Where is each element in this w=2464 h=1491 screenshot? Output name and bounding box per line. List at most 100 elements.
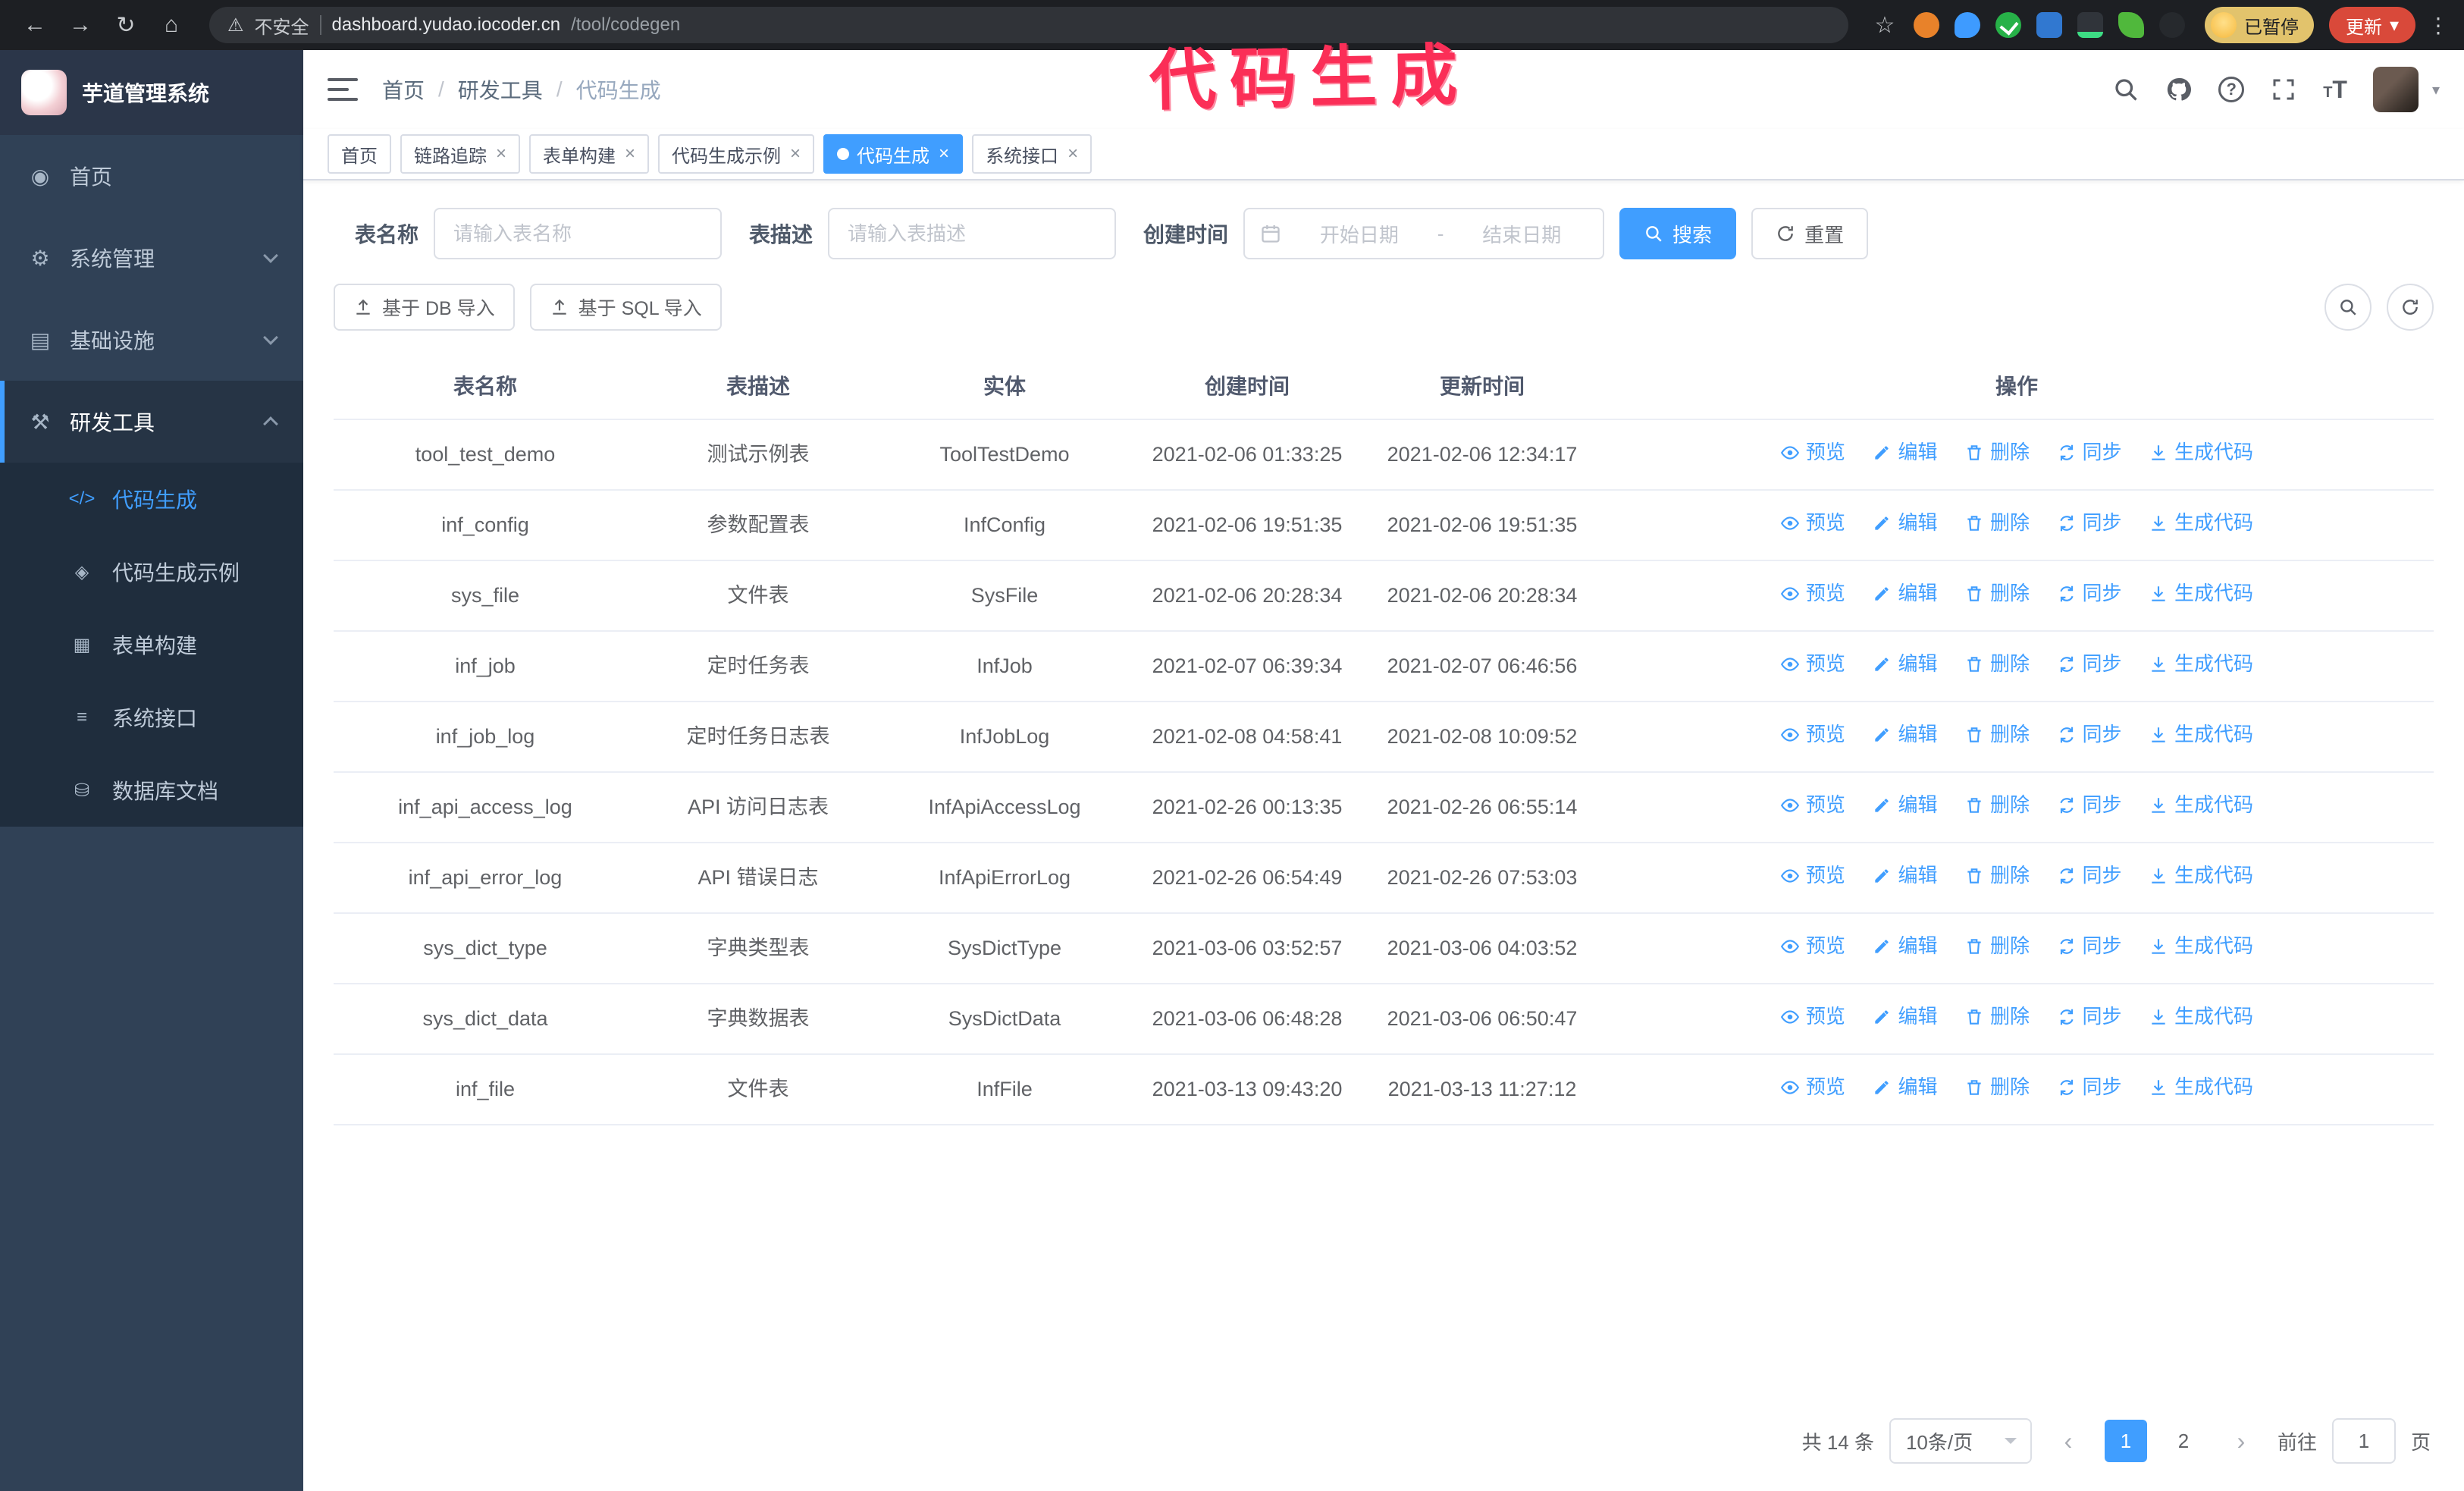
close-icon[interactable]: × bbox=[625, 145, 635, 163]
github-icon[interactable] bbox=[2165, 76, 2193, 103]
tab-home[interactable]: 首页 bbox=[328, 134, 391, 174]
sync-paused-profile-chip[interactable]: 已暂停 bbox=[2204, 7, 2314, 43]
sidebar-item-system-api[interactable]: ≡ 系统接口 bbox=[0, 681, 303, 754]
header-search-icon[interactable] bbox=[2112, 76, 2140, 103]
sync-link[interactable]: 同步 bbox=[2057, 578, 2122, 610]
delete-link[interactable]: 删除 bbox=[1964, 437, 2030, 469]
preview-link[interactable]: 预览 bbox=[1780, 860, 1845, 892]
breadcrumb-home[interactable]: 首页 bbox=[382, 74, 425, 105]
home-icon[interactable]: ⌂ bbox=[152, 5, 191, 45]
tab-codegen-example[interactable]: 代码生成示例 × bbox=[658, 134, 815, 174]
reset-button[interactable]: 重置 bbox=[1751, 208, 1869, 259]
prev-page-button[interactable]: ‹ bbox=[2047, 1418, 2089, 1464]
extension-icon-7[interactable] bbox=[2158, 12, 2185, 38]
sync-link[interactable]: 同步 bbox=[2057, 437, 2122, 469]
close-icon[interactable]: × bbox=[790, 145, 801, 163]
tab-form-builder[interactable]: 表单构建 × bbox=[529, 134, 650, 174]
close-icon[interactable]: × bbox=[939, 145, 949, 163]
preview-link[interactable]: 预览 bbox=[1780, 1001, 1845, 1033]
preview-link[interactable]: 预览 bbox=[1780, 437, 1845, 469]
edit-link[interactable]: 编辑 bbox=[1872, 578, 1937, 610]
sidebar-item-system-management[interactable]: ⚙ 系统管理 bbox=[0, 217, 303, 299]
extension-icon-3[interactable] bbox=[1995, 12, 2021, 38]
sync-link[interactable]: 同步 bbox=[2057, 789, 2122, 821]
delete-link[interactable]: 删除 bbox=[1964, 507, 2030, 539]
tab-system-api[interactable]: 系统接口 × bbox=[972, 134, 1092, 174]
sync-link[interactable]: 同步 bbox=[2057, 507, 2122, 539]
edit-link[interactable]: 编辑 bbox=[1872, 931, 1937, 962]
delete-link[interactable]: 删除 bbox=[1964, 789, 2030, 821]
address-bar[interactable]: ⚠ 不安全 dashboard.yudao.iocoder.cn/tool/co… bbox=[209, 7, 1848, 43]
generate-code-link[interactable]: 生成代码 bbox=[2149, 437, 2253, 469]
delete-link[interactable]: 删除 bbox=[1964, 860, 2030, 892]
extension-icon-4[interactable] bbox=[2036, 12, 2062, 38]
refresh-table-button[interactable] bbox=[2387, 284, 2434, 331]
help-icon[interactable]: ? bbox=[2218, 77, 2245, 102]
sidebar-item-codegen-example[interactable]: ◈ 代码生成示例 bbox=[0, 535, 303, 608]
search-button[interactable]: 搜索 bbox=[1619, 208, 1737, 259]
delete-link[interactable]: 删除 bbox=[1964, 1072, 2030, 1103]
preview-link[interactable]: 预览 bbox=[1780, 578, 1845, 610]
import-from-db-button[interactable]: 基于 DB 导入 bbox=[334, 284, 515, 331]
edit-link[interactable]: 编辑 bbox=[1872, 1072, 1937, 1103]
preview-link[interactable]: 预览 bbox=[1780, 719, 1845, 751]
generate-code-link[interactable]: 生成代码 bbox=[2149, 1001, 2253, 1033]
sidebar-item-code-generation[interactable]: </> 代码生成 bbox=[0, 463, 303, 535]
breadcrumb-dev-tools[interactable]: 研发工具 bbox=[458, 74, 543, 105]
back-icon[interactable]: ← bbox=[15, 5, 55, 45]
sidebar-item-database-docs[interactable]: ⛁ 数据库文档 bbox=[0, 754, 303, 827]
page-size-select[interactable]: 10条/页 bbox=[1889, 1418, 2032, 1464]
sync-link[interactable]: 同步 bbox=[2057, 719, 2122, 751]
delete-link[interactable]: 删除 bbox=[1964, 931, 2030, 962]
chrome-update-button[interactable]: 更新 ▾ bbox=[2328, 7, 2415, 43]
extension-icon-2[interactable] bbox=[1954, 12, 1980, 38]
import-from-sql-button[interactable]: 基于 SQL 导入 bbox=[529, 284, 722, 331]
edit-link[interactable]: 编辑 bbox=[1872, 719, 1937, 751]
edit-link[interactable]: 编辑 bbox=[1872, 437, 1937, 469]
next-page-button[interactable]: › bbox=[2220, 1418, 2262, 1464]
font-size-icon[interactable]: TT bbox=[2323, 77, 2347, 102]
sync-link[interactable]: 同步 bbox=[2057, 648, 2122, 680]
browser-menu-icon[interactable]: ⋮ bbox=[2428, 13, 2449, 38]
generate-code-link[interactable]: 生成代码 bbox=[2149, 860, 2253, 892]
sync-link[interactable]: 同步 bbox=[2057, 1001, 2122, 1033]
generate-code-link[interactable]: 生成代码 bbox=[2149, 719, 2253, 751]
sidebar-item-infrastructure[interactable]: ▤ 基础设施 bbox=[0, 299, 303, 381]
preview-link[interactable]: 预览 bbox=[1780, 789, 1845, 821]
extension-icon-6[interactable] bbox=[2118, 12, 2144, 38]
close-icon[interactable]: × bbox=[1067, 145, 1078, 163]
sidebar-item-home[interactable]: ◉ 首页 bbox=[0, 135, 303, 217]
page-button-2[interactable]: 2 bbox=[2161, 1420, 2205, 1462]
preview-link[interactable]: 预览 bbox=[1780, 507, 1845, 539]
delete-link[interactable]: 删除 bbox=[1964, 719, 2030, 751]
sidebar-item-form-builder[interactable]: ▦ 表单构建 bbox=[0, 608, 303, 681]
sync-link[interactable]: 同步 bbox=[2057, 1072, 2122, 1103]
delete-link[interactable]: 删除 bbox=[1964, 648, 2030, 680]
goto-page-input[interactable] bbox=[2331, 1418, 2396, 1464]
edit-link[interactable]: 编辑 bbox=[1872, 507, 1937, 539]
table-desc-input[interactable] bbox=[828, 208, 1117, 259]
generate-code-link[interactable]: 生成代码 bbox=[2149, 789, 2253, 821]
toggle-search-button[interactable] bbox=[2324, 284, 2372, 331]
preview-link[interactable]: 预览 bbox=[1780, 648, 1845, 680]
sidebar-collapse-icon[interactable] bbox=[328, 78, 358, 101]
delete-link[interactable]: 删除 bbox=[1964, 1001, 2030, 1033]
generate-code-link[interactable]: 生成代码 bbox=[2149, 578, 2253, 610]
sync-link[interactable]: 同步 bbox=[2057, 931, 2122, 962]
edit-link[interactable]: 编辑 bbox=[1872, 1001, 1937, 1033]
page-button-1[interactable]: 1 bbox=[2104, 1420, 2147, 1462]
edit-link[interactable]: 编辑 bbox=[1872, 789, 1937, 821]
generate-code-link[interactable]: 生成代码 bbox=[2149, 648, 2253, 680]
tab-code-generation[interactable]: 代码生成 × bbox=[823, 134, 964, 174]
generate-code-link[interactable]: 生成代码 bbox=[2149, 507, 2253, 539]
avatar-caret-down-icon[interactable]: ▾ bbox=[2432, 80, 2440, 99]
forward-icon[interactable]: → bbox=[61, 5, 100, 45]
create-time-range-picker[interactable]: 开始日期 - 结束日期 bbox=[1243, 208, 1605, 259]
edit-link[interactable]: 编辑 bbox=[1872, 648, 1937, 680]
sync-link[interactable]: 同步 bbox=[2057, 860, 2122, 892]
fullscreen-icon[interactable] bbox=[2270, 76, 2297, 103]
preview-link[interactable]: 预览 bbox=[1780, 1072, 1845, 1103]
sidebar-item-dev-tools[interactable]: ⚒ 研发工具 bbox=[0, 381, 303, 463]
app-logo[interactable]: 芋道管理系统 bbox=[0, 50, 303, 135]
bookmark-star-icon[interactable]: ☆ bbox=[1867, 12, 1903, 39]
